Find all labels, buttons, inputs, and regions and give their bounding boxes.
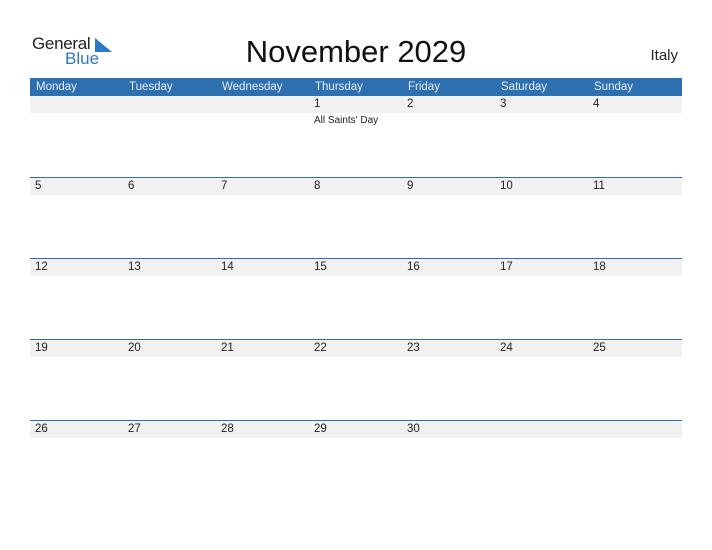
weekday-tuesday: Tuesday (129, 81, 173, 93)
day-number: 12 (35, 261, 48, 273)
holiday-label (495, 357, 588, 358)
holiday-label (588, 113, 681, 128)
holiday-label (216, 195, 309, 196)
holiday-label (495, 195, 588, 196)
date-strip: 1 2 3 4 (30, 96, 682, 113)
day-number: 4 (593, 98, 600, 110)
holiday-label (588, 438, 681, 439)
holiday-label (30, 438, 123, 439)
country-label: Italy (650, 47, 678, 64)
day-number: 19 (35, 342, 48, 354)
day-number (495, 421, 588, 438)
day-number: 8 (314, 180, 321, 192)
week-row: 12 13 14 15 16 17 18 (30, 258, 682, 340)
weekday-thursday: Thursday (315, 81, 363, 93)
holiday-label (216, 438, 309, 439)
day-number (30, 96, 123, 113)
weekday-wednesday: Wednesday (222, 81, 283, 93)
holiday-label (402, 113, 495, 128)
week-row: 1 2 3 4 All Saints' Day (30, 96, 682, 177)
date-strip: 26 27 28 29 30 (30, 421, 682, 438)
holiday-label (309, 195, 402, 196)
holiday-label (495, 438, 588, 439)
date-strip: 12 13 14 15 16 17 18 (30, 259, 682, 276)
day-number: 29 (314, 423, 327, 435)
day-number: 17 (500, 261, 513, 273)
day-number: 1 (314, 98, 321, 110)
day-number: 30 (407, 423, 420, 435)
holiday-label (495, 276, 588, 277)
holiday-label (402, 438, 495, 439)
day-number: 15 (314, 261, 327, 273)
day-number: 9 (407, 180, 414, 192)
day-number: 27 (128, 423, 141, 435)
holiday-label (123, 195, 216, 196)
date-strip: 19 20 21 22 23 24 25 (30, 340, 682, 357)
holiday-label (309, 357, 402, 358)
day-number: 5 (35, 180, 42, 192)
day-number: 23 (407, 342, 420, 354)
day-number: 3 (500, 98, 507, 110)
holiday-label (123, 276, 216, 277)
day-number: 25 (593, 342, 606, 354)
day-number: 10 (500, 180, 513, 192)
holiday-label (30, 276, 123, 277)
holiday-label (123, 357, 216, 358)
holiday-label (30, 195, 123, 196)
holiday-label (402, 195, 495, 196)
day-number (123, 96, 216, 113)
day-number: 26 (35, 423, 48, 435)
day-number (216, 96, 309, 113)
day-number: 22 (314, 342, 327, 354)
day-number (588, 421, 681, 438)
holiday-label (123, 438, 216, 439)
day-number: 13 (128, 261, 141, 273)
holiday-label (495, 113, 588, 128)
weekday-friday: Friday (408, 81, 440, 93)
events-row (30, 276, 682, 277)
day-number: 16 (407, 261, 420, 273)
week-row: 19 20 21 22 23 24 25 (30, 339, 682, 421)
weekday-sunday: Sunday (594, 81, 634, 93)
holiday-label (588, 276, 681, 277)
holiday-label (216, 357, 309, 358)
day-number: 18 (593, 261, 606, 273)
day-number: 11 (593, 180, 605, 192)
weekday-monday: Monday (36, 81, 77, 93)
weekday-header: Monday Tuesday Wednesday Thursday Friday… (30, 78, 682, 96)
holiday-label (309, 276, 402, 277)
holiday-label: All Saints' Day (314, 115, 379, 126)
day-number: 14 (221, 261, 234, 273)
holiday-label (402, 357, 495, 358)
holiday-label (30, 357, 123, 358)
day-number: 24 (500, 342, 513, 354)
holiday-label (588, 195, 681, 196)
events-row (30, 357, 682, 358)
day-number: 20 (128, 342, 141, 354)
holiday-label (402, 276, 495, 277)
events-row: All Saints' Day (30, 113, 682, 128)
holiday-label (30, 113, 123, 128)
holiday-label (123, 113, 216, 128)
week-row: 5 6 7 8 9 10 11 (30, 177, 682, 259)
day-number: 21 (221, 342, 234, 354)
day-number: 6 (128, 180, 135, 192)
holiday-label (216, 113, 309, 128)
weekday-saturday: Saturday (501, 81, 548, 93)
holiday-label (309, 438, 402, 439)
events-row (30, 438, 682, 439)
day-number: 2 (407, 98, 414, 110)
date-strip: 5 6 7 8 9 10 11 (30, 178, 682, 195)
holiday-label (588, 357, 681, 358)
calendar-title: November 2029 (245, 34, 467, 69)
day-number: 7 (221, 180, 228, 192)
week-row: 26 27 28 29 30 (30, 420, 682, 502)
holiday-label (216, 276, 309, 277)
day-number: 28 (221, 423, 234, 435)
events-row (30, 195, 682, 196)
